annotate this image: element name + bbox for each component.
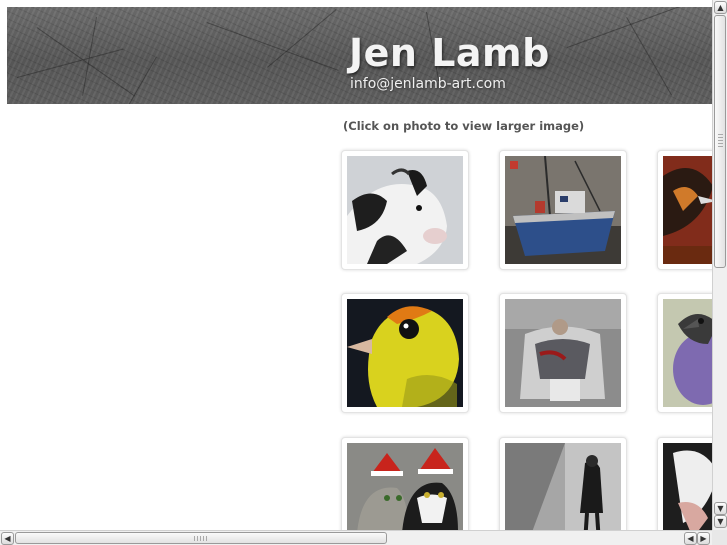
thumbnail-finch[interactable] (341, 293, 469, 413)
scroll-down-arrow-icon-2[interactable]: ▼ (714, 515, 727, 528)
vertical-scroll-thumb[interactable] (714, 15, 726, 268)
thumbnail-cow[interactable] (341, 150, 469, 270)
horizontal-scroll-thumb[interactable] (15, 532, 387, 544)
scroll-down-arrow-icon[interactable]: ▼ (714, 502, 727, 515)
page-viewport: Jen Lamb info@jenlamb-art.com (Click on … (0, 0, 712, 530)
scroll-up-arrow-icon[interactable]: ▲ (714, 1, 727, 14)
thumbnail-street-figure[interactable] (499, 437, 627, 530)
thumbnail-sleeping-man[interactable] (499, 293, 627, 413)
thumbnail-black-white-animal[interactable] (657, 437, 712, 530)
thumbnail-bird-red[interactable] (657, 150, 712, 270)
scroll-left-arrow-icon-2[interactable]: ◀ (684, 532, 697, 545)
site-header: Jen Lamb info@jenlamb-art.com (7, 7, 712, 104)
gallery-hint: (Click on photo to view larger image) (343, 119, 585, 133)
man-sleeping-painting-image (505, 299, 621, 407)
thumbnail-purple-bird[interactable] (657, 293, 712, 413)
cats-santa-hats-painting-image (347, 443, 463, 530)
scroll-left-arrow-icon[interactable]: ◀ (1, 532, 14, 545)
thumbnail-boat[interactable] (499, 150, 627, 270)
thumbnail-cats[interactable] (341, 437, 469, 530)
cow-painting-image (347, 156, 463, 264)
contact-email[interactable]: info@jenlamb-art.com (350, 76, 506, 92)
black-white-animal-painting-image (663, 443, 712, 530)
figure-street-painting-image (505, 443, 621, 530)
bird-on-red-painting-image (663, 156, 712, 264)
horizontal-scrollbar[interactable]: ◀ ◀ ▶ (0, 530, 712, 545)
vertical-scrollbar[interactable]: ▲ ▼ ▼ (712, 0, 727, 530)
yellow-finch-painting-image (347, 299, 463, 407)
purple-bird-painting-image (663, 299, 712, 407)
fishing-boat-painting-image (505, 156, 621, 264)
scrollbar-corner (712, 530, 727, 545)
scroll-right-arrow-icon[interactable]: ▶ (697, 532, 710, 545)
site-title: Jen Lamb (349, 31, 550, 75)
